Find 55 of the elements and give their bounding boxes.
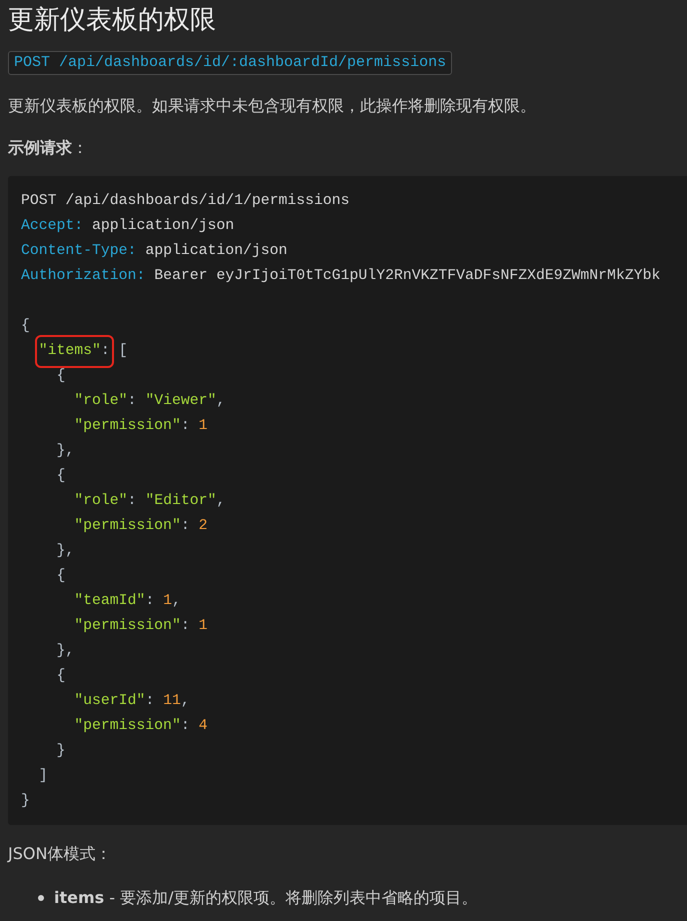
- punctuation: {: [21, 317, 30, 336]
- punctuation: [: [118, 342, 128, 361]
- punctuation: ,: [172, 592, 181, 611]
- header-name: Authorization:: [21, 267, 146, 286]
- punctuation: :: [128, 492, 136, 511]
- number-value: 2: [198, 517, 208, 536]
- punctuation: :: [145, 592, 154, 611]
- number-value: 1: [163, 592, 172, 611]
- punctuation: {: [56, 567, 66, 586]
- json-key: "permission": [74, 414, 181, 439]
- punctuation: :: [128, 392, 136, 411]
- punctuation: }: [56, 742, 66, 761]
- example-label: 示例请求: [8, 138, 72, 157]
- page-title: 更新仪表板的权限: [8, 4, 217, 37]
- field-description: items - 要添加/更新的权限项。将删除列表中省略的项目。: [54, 887, 478, 909]
- endpoint-code: POST /api/dashboards/id/:dashboardId/permissions: [8, 51, 452, 75]
- punctuation: :: [180, 417, 190, 436]
- header-name: Content-Type:: [21, 242, 136, 261]
- json-key: "permission": [74, 714, 181, 739]
- punctuation: :: [180, 717, 190, 736]
- schema-label: JSON体模式：: [8, 843, 112, 865]
- punctuation: {: [56, 367, 66, 386]
- punctuation: ]: [38, 767, 48, 786]
- punctuation: {: [56, 667, 66, 686]
- string-value: "Editor": [145, 492, 216, 511]
- punctuation: }: [21, 792, 30, 811]
- string-value: "Viewer": [145, 392, 216, 411]
- json-key: "teamId": [74, 589, 146, 614]
- number-value: 11: [163, 692, 181, 711]
- number-value: 1: [198, 617, 208, 636]
- bullet-icon: [38, 895, 44, 901]
- punctuation: },: [56, 642, 74, 661]
- code-text: application/json: [145, 242, 288, 261]
- punctuation: },: [56, 542, 74, 561]
- json-key: "userId": [74, 689, 146, 714]
- colon-text: ：: [72, 138, 88, 157]
- punctuation: ,: [216, 492, 226, 511]
- punctuation: ,: [216, 392, 226, 411]
- header-name: Accept:: [21, 217, 84, 236]
- code-text: Bearer eyJrIjoiT0tTcG1pUlY2RnVKZTFVaDFsNFZXdE9ZWmNrMkZYbk: [154, 267, 660, 286]
- json-key: "permission": [74, 514, 181, 539]
- code-text: application/json: [92, 217, 234, 236]
- punctuation: ,: [180, 692, 190, 711]
- punctuation: },: [56, 442, 74, 461]
- punctuation: :: [180, 517, 190, 536]
- json-key: "permission": [74, 614, 181, 639]
- punctuation: :: [180, 617, 190, 636]
- punctuation: :: [145, 692, 154, 711]
- number-value: 4: [198, 717, 208, 736]
- punctuation: {: [56, 467, 66, 486]
- json-key: "role": [74, 389, 128, 414]
- json-key: "role": [74, 489, 128, 514]
- description-text: 更新仪表板的权限。如果请求中未包含现有权限，此操作将删除现有权限。: [8, 95, 537, 117]
- number-value: 1: [198, 417, 208, 436]
- code-text: POST /api/dashboards/id/1/permissions: [21, 192, 350, 211]
